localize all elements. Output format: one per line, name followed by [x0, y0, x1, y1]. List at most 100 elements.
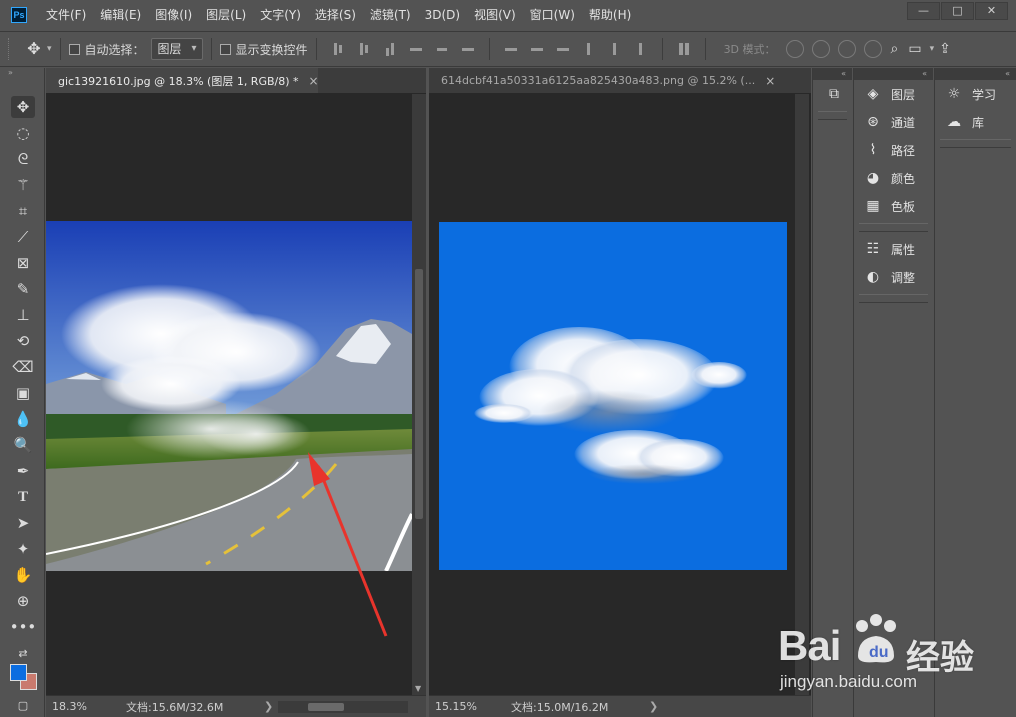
options-grip[interactable]: [8, 38, 12, 60]
hscroll-thumb[interactable]: [308, 702, 344, 711]
marquee-tool-icon[interactable]: ◌: [11, 122, 35, 144]
magic-wand-tool-icon[interactable]: ⚚: [11, 174, 35, 196]
tools-collapse-icon[interactable]: »: [0, 68, 44, 78]
panel-label: 色板: [891, 199, 916, 214]
align-bottom-icon[interactable]: [383, 42, 397, 56]
properties-panel-button[interactable]: ☷ 属性: [854, 235, 933, 263]
distribute-vcenter-icon[interactable]: [530, 42, 544, 56]
swap-colors-icon[interactable]: ⇄: [11, 642, 35, 664]
align-vcenter-icon[interactable]: [357, 42, 371, 56]
history-panel-button[interactable]: ⧉: [813, 80, 852, 108]
orbit-3d-icon[interactable]: [785, 40, 804, 58]
dodge-tool-icon[interactable]: 🔍: [11, 434, 35, 456]
menu-select[interactable]: 选择(S): [308, 0, 363, 30]
zoom-level[interactable]: 18.3%: [46, 700, 126, 713]
libraries-panel-button[interactable]: ☁ 库: [935, 108, 1016, 136]
canvas-area-2[interactable]: [429, 94, 795, 695]
swatches-panel-button[interactable]: ▦ 色板: [854, 192, 933, 220]
panel-label: 通道: [891, 115, 916, 130]
layers-panel-button[interactable]: ◈ 图层: [854, 80, 933, 108]
hand-tool-icon[interactable]: ✋: [11, 564, 35, 586]
menu-view[interactable]: 视图(V): [467, 0, 523, 30]
workspace-chevron-icon[interactable]: ▾: [930, 44, 935, 54]
quick-mask-icon[interactable]: ▢: [11, 694, 35, 716]
horizontal-scrollbar-1[interactable]: [278, 700, 408, 713]
channels-panel-button[interactable]: ⊛ 通道: [854, 108, 933, 136]
learn-panel-button[interactable]: ☼ 学习: [935, 80, 1016, 108]
collapse-icon[interactable]: «: [935, 68, 1016, 80]
menu-image[interactable]: 图像(I): [148, 0, 199, 30]
collapse-icon[interactable]: «: [813, 68, 852, 80]
menu-type[interactable]: 文字(Y): [253, 0, 308, 30]
status-menu-arrow[interactable]: ❯: [649, 700, 663, 713]
adjustments-panel-button[interactable]: ◐ 调整: [854, 263, 933, 291]
distribute-right-icon[interactable]: [634, 42, 648, 56]
menu-file[interactable]: 文件(F): [39, 0, 93, 30]
photoshop-logo: Ps: [11, 7, 27, 23]
menu-3d[interactable]: 3D(D): [418, 0, 467, 30]
menu-edit[interactable]: 编辑(E): [93, 0, 148, 30]
brush-tool-icon[interactable]: ✎: [11, 278, 35, 300]
distribute-top-icon[interactable]: [504, 42, 518, 56]
collapse-icon[interactable]: «: [854, 68, 933, 80]
vertical-scrollbar-1[interactable]: ▼: [412, 94, 426, 695]
align-top-icon[interactable]: [331, 42, 345, 56]
search-icon[interactable]: ⌕: [891, 41, 899, 57]
color-panel-button[interactable]: ◕ 颜色: [854, 164, 933, 192]
distribute-left-icon[interactable]: [582, 42, 596, 56]
distribute-hcenter-icon[interactable]: [608, 42, 622, 56]
cloud-image: [439, 222, 787, 570]
eyedropper-tool-icon[interactable]: ⟋: [11, 226, 35, 248]
document-tab-2[interactable]: 614dcbf41a50331a6125aa825430a483.png @ 1…: [429, 68, 781, 93]
zoom-tool-icon[interactable]: ⊕: [11, 590, 35, 612]
crop-tool-icon[interactable]: ⌗: [11, 200, 35, 222]
history-brush-tool-icon[interactable]: ⟲: [11, 330, 35, 352]
align-hcenter-icon[interactable]: [435, 42, 449, 56]
maximize-button[interactable]: □: [941, 2, 974, 20]
auto-align-icon[interactable]: [677, 42, 691, 56]
paths-panel-button[interactable]: ⌇ 路径: [854, 136, 933, 164]
distribute-bottom-icon[interactable]: [556, 42, 570, 56]
share-icon[interactable]: ⇪: [939, 41, 951, 57]
menu-layer[interactable]: 图层(L): [199, 0, 253, 30]
healing-brush-tool-icon[interactable]: ⊠: [11, 252, 35, 274]
menu-window[interactable]: 窗口(W): [523, 0, 582, 30]
scrollbar-thumb[interactable]: [415, 269, 423, 519]
auto-select-checkbox[interactable]: [68, 43, 80, 55]
menu-help[interactable]: 帮助(H): [582, 0, 638, 30]
slide-3d-icon[interactable]: [863, 40, 882, 58]
path-selection-tool-icon[interactable]: ➤: [11, 512, 35, 534]
align-left-icon[interactable]: [409, 42, 423, 56]
close-tab-icon[interactable]: ×: [765, 74, 775, 88]
auto-select-dropdown[interactable]: 图层: [150, 38, 203, 60]
blur-tool-icon[interactable]: 💧: [11, 408, 35, 430]
close-tab-icon[interactable]: ×: [309, 74, 319, 88]
align-right-icon[interactable]: [461, 42, 475, 56]
more-tools-icon[interactable]: •••: [10, 616, 37, 638]
pan-3d-icon[interactable]: [837, 40, 856, 58]
workspace-icon[interactable]: ▭: [908, 41, 921, 57]
stamp-tool-icon[interactable]: ⊥: [11, 304, 35, 326]
status-menu-arrow[interactable]: ❯: [264, 700, 278, 713]
chevron-down-icon[interactable]: ▾: [47, 44, 52, 54]
foreground-color-swatch[interactable]: [10, 664, 27, 681]
pen-tool-icon[interactable]: ✒: [11, 460, 35, 482]
canvas-area-1[interactable]: [45, 94, 414, 695]
type-tool-icon[interactable]: T: [11, 486, 35, 508]
show-transform-checkbox[interactable]: [219, 43, 231, 55]
menu-filter[interactable]: 滤镜(T): [363, 0, 418, 30]
gradient-tool-icon[interactable]: ▣: [11, 382, 35, 404]
move-tool-preset-icon[interactable]: ✥: [24, 39, 44, 59]
eraser-tool-icon[interactable]: ⌫: [11, 356, 35, 378]
scroll-down-icon[interactable]: ▼: [415, 684, 421, 693]
doc-size-info: 文档:15.0M/16.2M: [511, 700, 609, 714]
lasso-tool-icon[interactable]: ᘓ: [11, 148, 35, 170]
zoom-level[interactable]: 15.15%: [429, 700, 511, 713]
document-tab-1[interactable]: gic13921610.jpg @ 18.3% (图层 1, RGB/8) * …: [46, 68, 319, 93]
minimize-button[interactable]: —: [907, 2, 940, 20]
move-tool-icon[interactable]: ✥: [11, 96, 35, 118]
vertical-scrollbar-2[interactable]: [795, 94, 809, 695]
custom-shape-tool-icon[interactable]: ✦: [11, 538, 35, 560]
roll-3d-icon[interactable]: [811, 40, 830, 58]
close-button[interactable]: ✕: [975, 2, 1008, 20]
